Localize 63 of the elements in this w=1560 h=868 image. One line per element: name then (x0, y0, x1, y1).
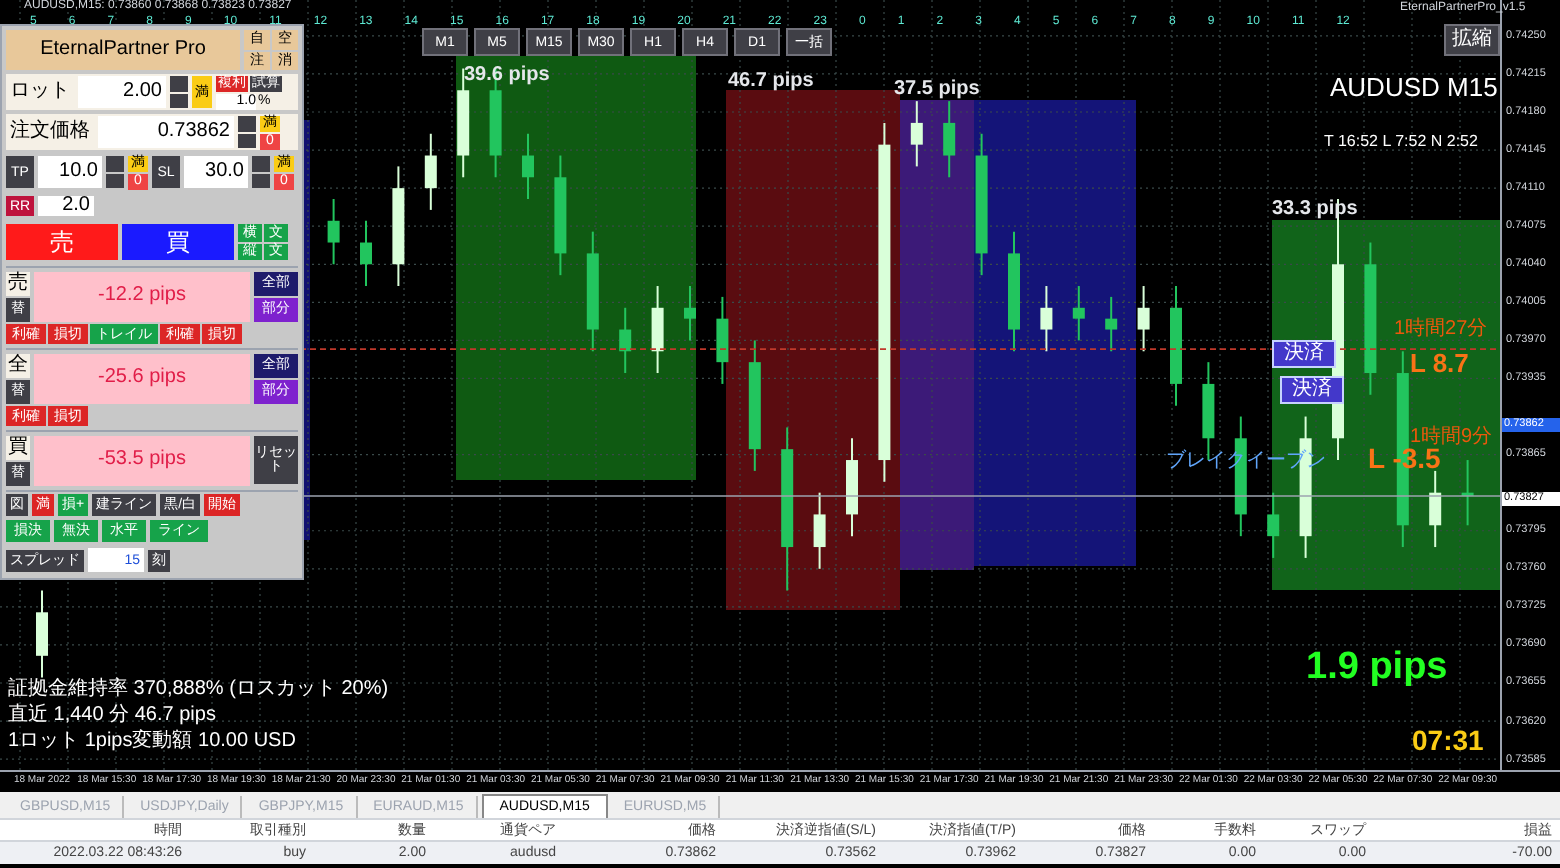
side-label: 買 (6, 435, 30, 459)
profit-label: L -3.5 (1368, 444, 1441, 472)
decrement-button[interactable] (252, 173, 270, 188)
candle (716, 295, 729, 385)
candle (360, 219, 372, 288)
pips-display: -53.5 pips (34, 435, 250, 485)
candle (1105, 295, 1118, 353)
candle (846, 437, 858, 538)
tp-field[interactable]: 10.0 (38, 156, 102, 188)
pips-label: 39.6 pips (464, 62, 550, 90)
candle (748, 339, 761, 472)
decrement-button[interactable] (106, 173, 124, 188)
price-field[interactable]: 0.73862 (98, 116, 234, 148)
field-label: 注文価格 (8, 122, 92, 142)
info-text: 1ロット 1pips変動額 10.00 USD (8, 728, 298, 754)
candle (522, 132, 534, 201)
profit-label: L 8.7 (1410, 350, 1469, 376)
pips-display: -25.6 pips (34, 353, 250, 403)
countdown-timer: 07:31 (1412, 722, 1484, 760)
candle (36, 589, 48, 679)
side-label: 全 (6, 353, 30, 377)
candle (619, 306, 632, 375)
candle (910, 100, 923, 168)
pips-label: 46.7 pips (728, 68, 814, 96)
candle (1137, 285, 1150, 353)
side-label: 売 (6, 271, 30, 295)
field-label: ロット (8, 82, 72, 102)
candle (1040, 285, 1053, 353)
decrement-button[interactable] (238, 133, 256, 148)
candle (1461, 459, 1474, 527)
symbol-label: AUDUSD M15 (1330, 70, 1498, 106)
candle (392, 165, 405, 288)
candle (1072, 285, 1085, 342)
candle (943, 100, 956, 179)
pips-display: -12.2 pips (34, 271, 250, 321)
info-text: 直近 1,440 分 46.7 pips (8, 702, 218, 728)
candle (554, 154, 567, 277)
timer-label: T 16:52 L 7:52 N 2:52 (1324, 130, 1478, 154)
panel-title: EternalPartner Pro (6, 30, 240, 70)
sl-field[interactable]: 30.0 (184, 156, 248, 188)
pips-label: 37.5 pips (894, 76, 980, 104)
candle (1267, 491, 1280, 559)
candle (424, 132, 437, 211)
lot-field[interactable]: 2.00 (78, 76, 166, 108)
candle (586, 230, 599, 353)
duration-label: 1時間9分 (1410, 428, 1493, 448)
zoom-button[interactable]: 拡縮 (1444, 24, 1500, 56)
candle (813, 491, 826, 570)
candle (1008, 230, 1020, 353)
candle (684, 285, 696, 342)
duration-label: 1時間27分 (1394, 320, 1488, 340)
close-button[interactable]: 決済 (1272, 340, 1336, 368)
close-button[interactable]: 決済 (1280, 376, 1344, 404)
candle (327, 198, 340, 266)
candle (1170, 285, 1182, 407)
candle (1429, 469, 1442, 549)
sell-button[interactable]: 売 (6, 224, 118, 260)
info-text: 証拠金維持率 370,888% (ロスカット 20%) (8, 676, 389, 702)
candle (651, 285, 664, 375)
decrement-button[interactable] (170, 93, 188, 108)
pips-display: 1.9 pips (1306, 644, 1448, 692)
rr-field[interactable]: 2.0 (38, 196, 94, 216)
buy-button[interactable]: 買 (122, 224, 234, 260)
